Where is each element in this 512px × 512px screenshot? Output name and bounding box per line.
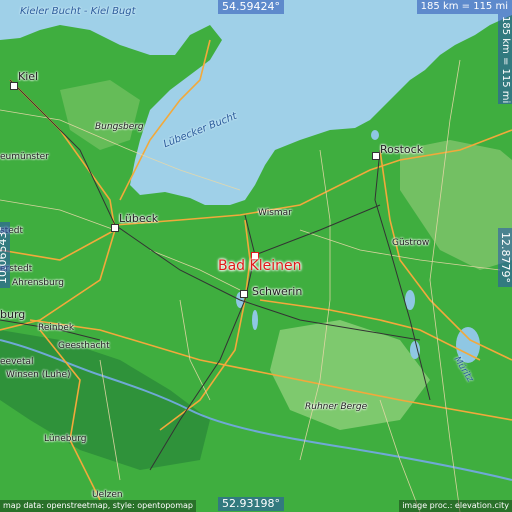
scale-bar-vertical: 185 km = 115 mi xyxy=(498,14,512,104)
label-ruhner-berge: Ruhner Berge xyxy=(305,402,368,412)
label-neumunster: eumünster xyxy=(0,152,49,162)
label-bungsberg: Bungsberg xyxy=(95,122,144,132)
city-marker-schwerin xyxy=(240,290,248,298)
coord-bottom: 52.93198° xyxy=(218,497,284,511)
label-winsen: Winsen (Luhe) xyxy=(6,370,71,380)
label-ahrensburg: Ahrensburg xyxy=(12,278,64,288)
label-kiel: Kiel xyxy=(18,70,39,83)
city-marker-kiel xyxy=(10,82,18,90)
label-reinbek: Reinbek xyxy=(38,323,75,333)
lake xyxy=(371,130,379,140)
attribution-map-data: map data: openstreetmap, style: opentopo… xyxy=(0,500,196,512)
label-wismar: Wismar xyxy=(258,208,292,218)
label-geesthacht: Geesthacht xyxy=(58,341,110,351)
city-marker-rostock xyxy=(372,152,380,160)
lake xyxy=(410,341,420,359)
label-rostock: Rostock xyxy=(380,143,424,156)
label-luneburg: Lüneburg xyxy=(44,434,87,444)
coord-left: 10.06543° xyxy=(0,222,10,288)
label-seevetal: eevetal xyxy=(0,357,34,367)
label-bad-kleinen: Bad Kleinen xyxy=(218,258,302,274)
label-lubeck: Lübeck xyxy=(119,212,159,225)
label-kieler-bucht: Kieler Bucht - Kiel Bugt xyxy=(20,6,136,17)
scale-bar-horizontal: 185 km = 115 mi xyxy=(416,0,512,14)
city-marker-lubeck xyxy=(111,224,119,232)
elevation-map: Kieler Bucht - Kiel Bugt Kiel Bungsberg … xyxy=(0,0,512,512)
label-schwerin: Schwerin xyxy=(252,285,303,298)
scale-vertical-label: 185 km = 115 mi xyxy=(500,16,511,104)
coord-top: 54.59424° xyxy=(218,0,284,14)
attribution-image-proc: image proc.: elevation.city xyxy=(399,500,512,512)
coord-right: 12.8779° xyxy=(498,228,512,287)
label-gustrow: Güstrow xyxy=(392,238,430,248)
lake xyxy=(252,310,258,330)
label-hamburg: burg xyxy=(0,308,26,321)
